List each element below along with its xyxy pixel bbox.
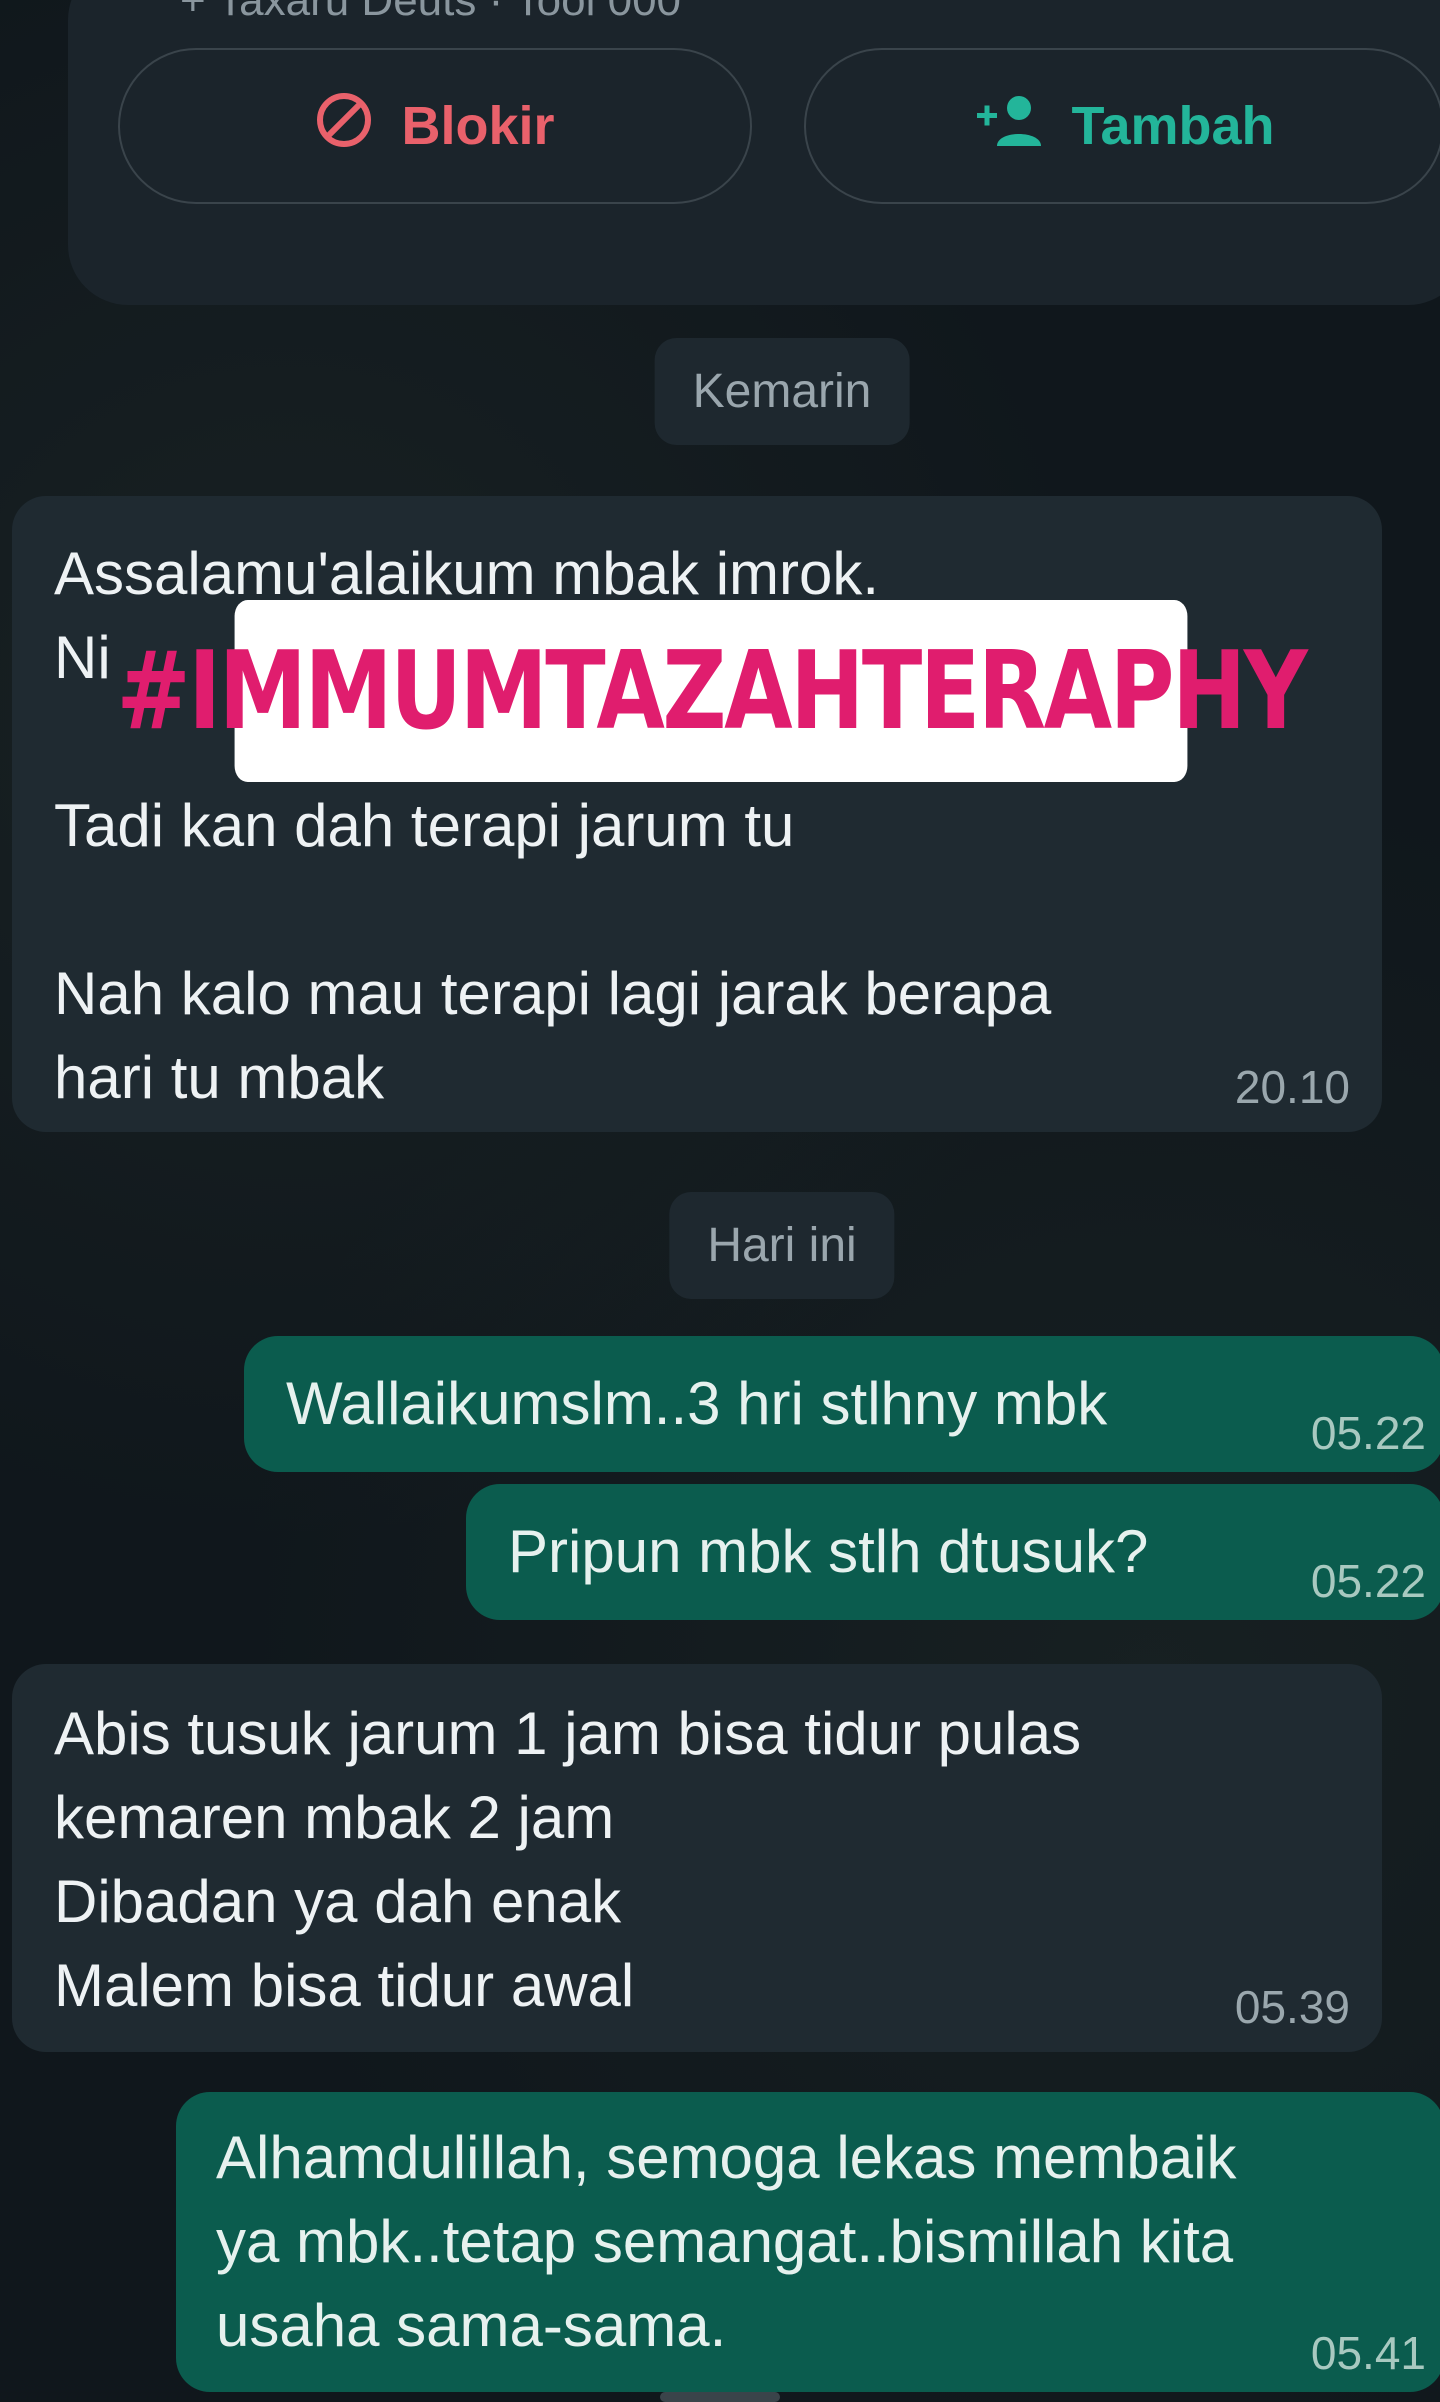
block-button-label: Blokir [401,96,555,156]
hashtag-sticker: #IMMUMTAZAHTERAPHY [117,600,1308,782]
message-time: 05.22 [1310,1555,1426,1607]
date-separator-today: Hari ini [669,1192,895,1299]
message-time: 05.39 [1234,1981,1350,2033]
message-text: ya mbk..tetap semangat..bismillah kita [216,2208,1234,2275]
message-text: Dibadan ya dah enak [54,1868,622,1935]
message-text [54,868,1340,952]
message-text: Wallaikumslm..3 hri stlhny mbk [286,1370,1108,1437]
add-person-icon [973,94,1043,159]
message-bubble-incoming[interactable]: Assalamu'alaikum mbak imrok. Ni Tadi kan… [12,496,1382,1132]
message-text: usaha sama-sama. [216,2292,727,2359]
message-text: Malem bisa tidur awal [54,1952,635,2019]
add-button-label: Tambah [1071,96,1275,156]
message-bubble-incoming[interactable]: Abis tusuk jarum 1 jam bisa tidur pulas … [12,1664,1382,2052]
block-icon [315,91,373,162]
message-text: Alhamdulillah, semoga lekas membaik [216,2124,1237,2191]
message-text: Nah kalo mau terapi lagi jarak berapa [54,960,1052,1027]
message-time: 05.41 [1310,2327,1426,2379]
message-bubble-outgoing[interactable]: Wallaikumslm..3 hri stlhny mbk 05.22 [244,1336,1440,1472]
add-contact-button[interactable]: Tambah [804,48,1440,204]
home-indicator [660,2392,780,2402]
block-button[interactable]: Blokir [118,48,752,204]
message-bubble-outgoing[interactable]: Alhamdulillah, semoga lekas membaik ya m… [176,2092,1440,2392]
message-time: 20.10 [1234,1061,1350,1113]
message-time: 05.22 [1310,1407,1426,1459]
message-text: hari tu mbak [54,1044,385,1111]
contact-subtitle: + Taxaru Deuts · Tool 000 [180,0,682,25]
message-text: Pripun mbk stlh dtusuk? [508,1518,1149,1585]
date-separator-yesterday: Kemarin [654,338,910,445]
message-text: kemaren mbak 2 jam [54,1784,615,1851]
message-text: Tadi kan dah terapi jarum tu [54,792,795,859]
message-text: Abis tusuk jarum 1 jam bisa tidur pulas [54,1700,1082,1767]
message-bubble-outgoing[interactable]: Pripun mbk stlh dtusuk? 05.22 [466,1484,1440,1620]
